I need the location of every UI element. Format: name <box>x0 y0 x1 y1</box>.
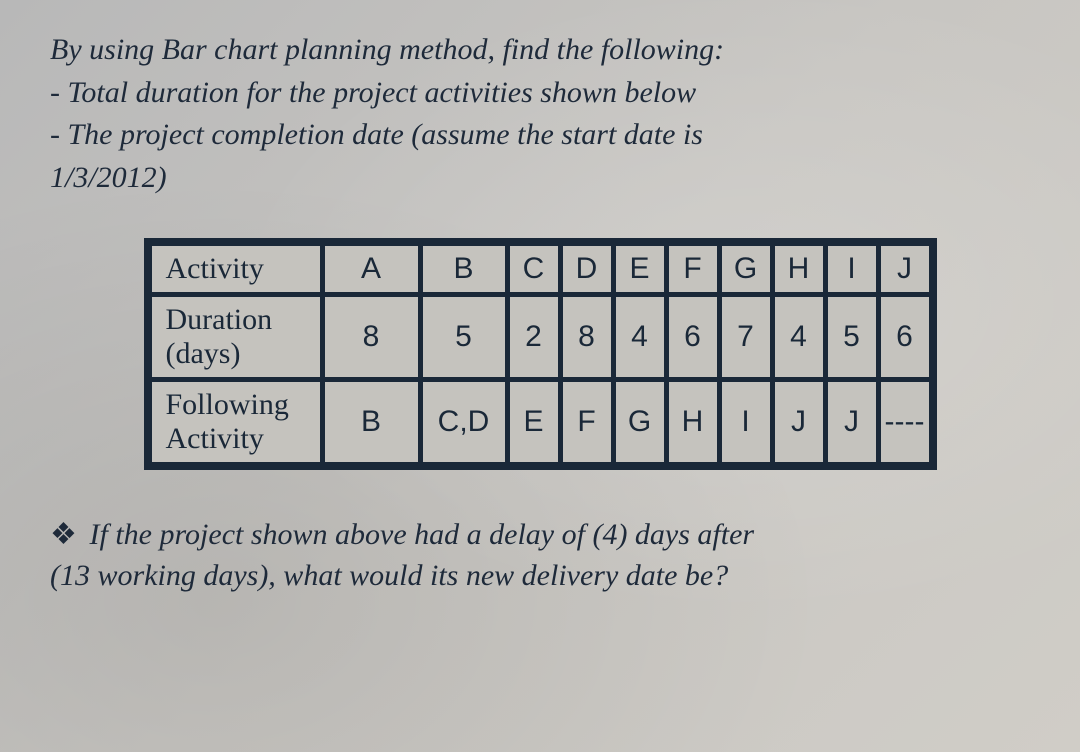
table-row-following: Following Activity B C,D E F G H I J J -… <box>151 381 930 463</box>
row-label-following: Following Activity <box>151 381 321 463</box>
followup-question: ❖ If the project shown above had a delay… <box>50 515 1030 596</box>
cell-following-I: J <box>827 381 877 463</box>
footer-line-1: If the project shown above had a delay o… <box>90 518 755 551</box>
intro-line-2: - Total duration for the project activit… <box>50 73 1030 114</box>
cell-duration-E: 4 <box>615 296 665 378</box>
table-row-duration: Duration (days) 8 5 2 8 4 6 7 4 5 6 <box>151 296 930 378</box>
cell-following-E: G <box>615 381 665 463</box>
cell-following-D: F <box>562 381 612 463</box>
cell-duration-F: 6 <box>668 296 718 378</box>
cell-duration-C: 2 <box>509 296 559 378</box>
cell-following-B: C,D <box>422 381 506 463</box>
cell-following-H: J <box>774 381 824 463</box>
table-row-activity: Activity A B C D E F G H I J <box>151 245 930 293</box>
cell-activity-E: E <box>615 245 665 293</box>
intro-line-3: - The project completion date (assume th… <box>50 115 1030 156</box>
cell-activity-C: C <box>509 245 559 293</box>
cell-following-C: E <box>509 381 559 463</box>
cell-activity-H: H <box>774 245 824 293</box>
intro-line-1: By using Bar chart planning method, find… <box>50 30 1030 71</box>
cell-activity-B: B <box>422 245 506 293</box>
cell-duration-A: 8 <box>324 296 419 378</box>
intro-line-4: 1/3/2012) <box>50 158 1030 199</box>
row-label-activity: Activity <box>151 245 321 293</box>
question-intro: By using Bar chart planning method, find… <box>50 30 1030 198</box>
row-label-duration: Duration (days) <box>151 296 321 378</box>
activity-table: Activity A B C D E F G H I J Duration (d… <box>144 238 937 470</box>
cell-activity-G: G <box>721 245 771 293</box>
cell-activity-D: D <box>562 245 612 293</box>
cell-following-G: I <box>721 381 771 463</box>
cell-activity-A: A <box>324 245 419 293</box>
cell-duration-B: 5 <box>422 296 506 378</box>
cell-duration-I: 5 <box>827 296 877 378</box>
cell-activity-J: J <box>880 245 930 293</box>
cell-duration-J: 6 <box>880 296 930 378</box>
cell-duration-G: 7 <box>721 296 771 378</box>
cell-following-F: H <box>668 381 718 463</box>
cell-activity-F: F <box>668 245 718 293</box>
cell-following-J: ---- <box>880 381 930 463</box>
cell-activity-I: I <box>827 245 877 293</box>
footer-line-2: (13 working days), what would its new de… <box>50 559 728 592</box>
cell-duration-D: 8 <box>562 296 612 378</box>
cell-duration-H: 4 <box>774 296 824 378</box>
bullet-icon: ❖ <box>50 515 82 556</box>
cell-following-A: B <box>324 381 419 463</box>
activity-table-container: Activity A B C D E F G H I J Duration (d… <box>50 238 1030 470</box>
